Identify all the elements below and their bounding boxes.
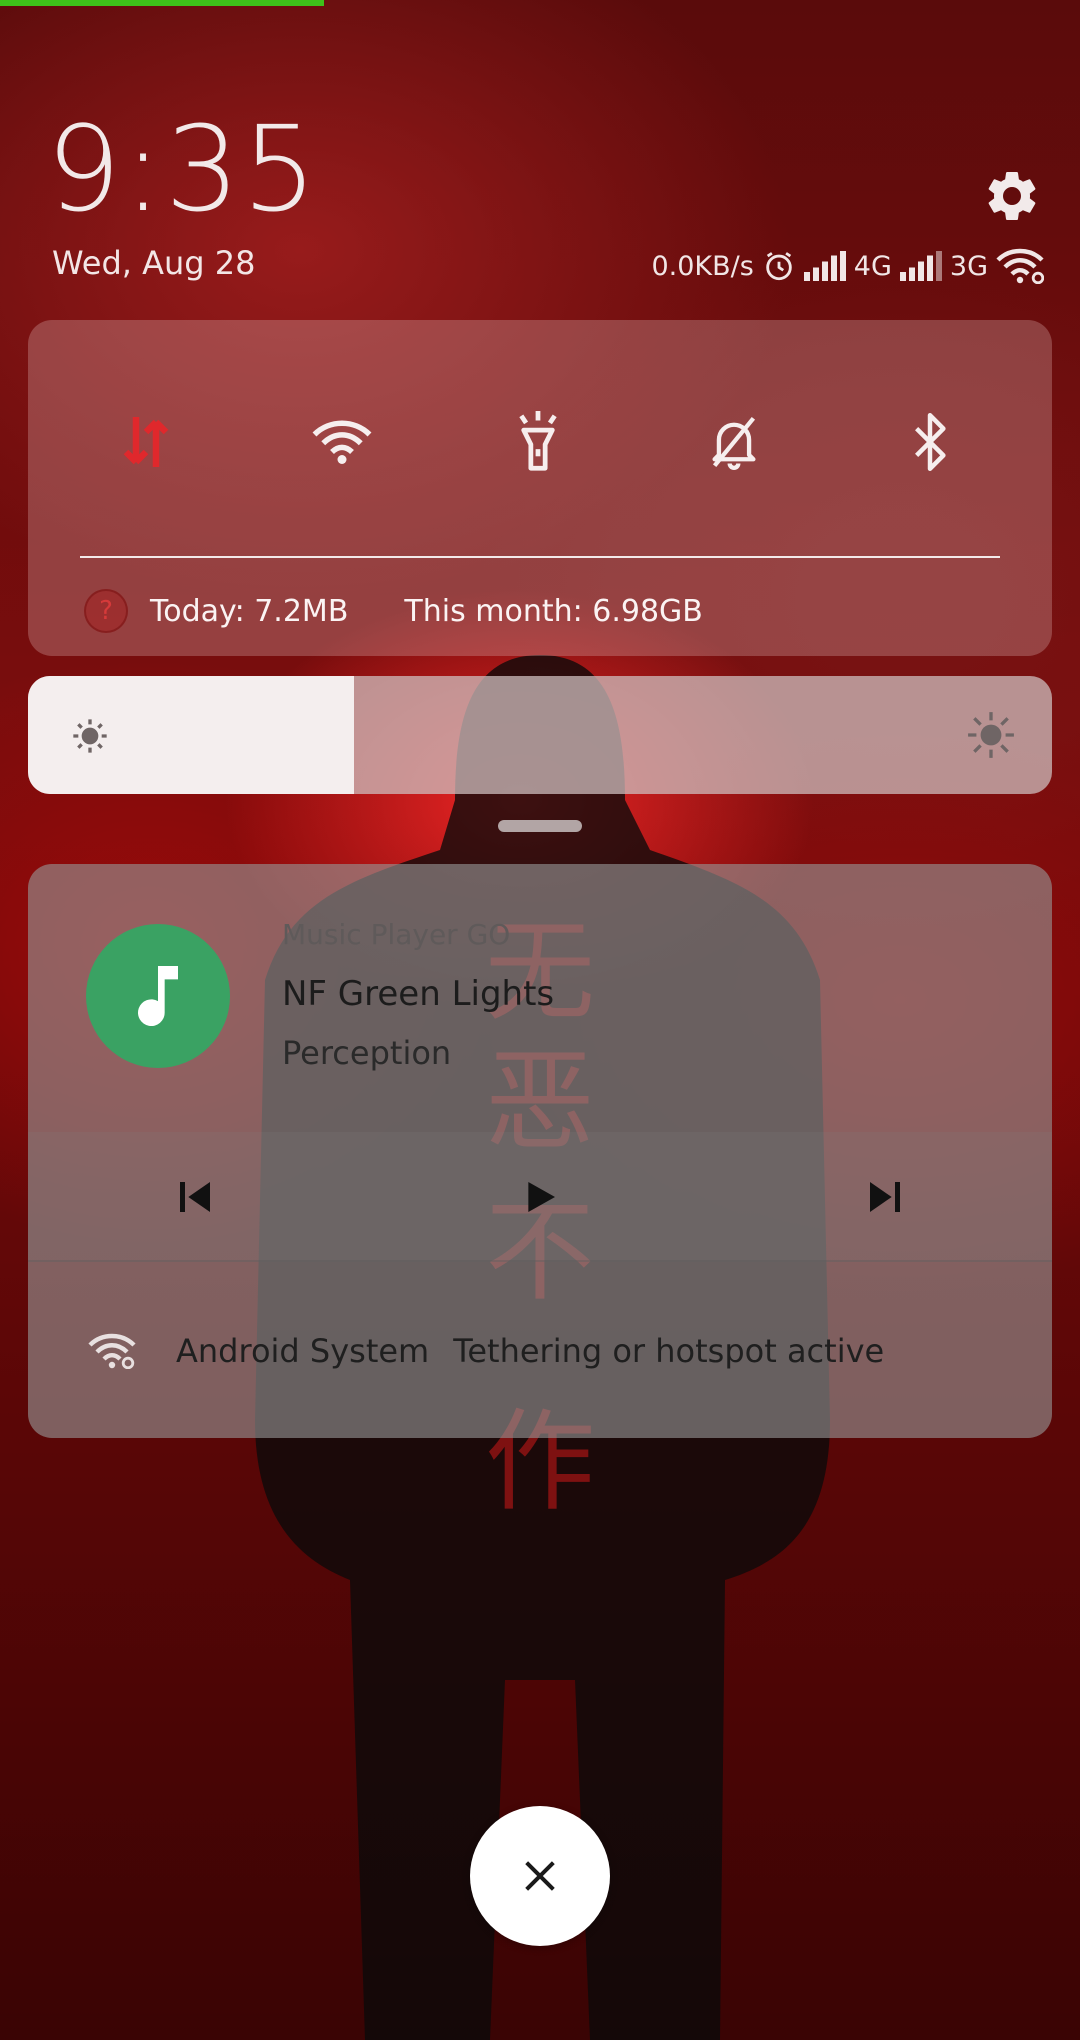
brightness-slider[interactable] (28, 676, 1052, 794)
song-title: NF Green Lights (282, 974, 555, 1014)
data-usage-row[interactable]: ? Today: 7.2MB This month: 6.98GB (84, 586, 703, 636)
panel-divider (80, 556, 1000, 558)
sim2-network-type: 3G (949, 250, 988, 282)
wifi-toggle[interactable] (302, 402, 382, 482)
bell-off-icon (712, 416, 756, 470)
skip-next-icon (870, 1182, 900, 1212)
brightness-low-icon (73, 719, 107, 753)
signal-icon (899, 251, 942, 281)
brightness-high-icon (968, 712, 1014, 758)
drag-handle[interactable] (498, 820, 582, 832)
status-bar: 0.0KB/s 4G 3G (651, 244, 1044, 288)
signal-icon (803, 251, 846, 281)
skip-previous-icon (180, 1182, 210, 1212)
music-app-name: Music Player GO (282, 918, 511, 951)
data-arrows-icon (123, 417, 169, 467)
silent-toggle[interactable] (694, 402, 774, 482)
date[interactable]: Wed, Aug 28 (52, 244, 255, 282)
help-icon[interactable]: ? (84, 589, 128, 633)
song-artist: Perception (282, 1034, 452, 1072)
notification-divider (28, 1260, 1052, 1262)
wifi-icon (312, 420, 372, 464)
music-note-icon (138, 966, 178, 1027)
settings-gear-icon[interactable] (982, 166, 1042, 226)
flashlight-toggle[interactable] (498, 402, 578, 482)
playback-controls (28, 1132, 1052, 1262)
data-usage-today: Today: 7.2MB (150, 593, 349, 629)
notification-text: Tethering or hotspot active (453, 1332, 885, 1370)
network-speed: 0.0KB/s (651, 250, 754, 282)
clock[interactable]: 9:35 (46, 100, 319, 238)
album-art[interactable] (86, 924, 230, 1068)
play-icon (528, 1182, 555, 1212)
play-button[interactable] (505, 1162, 575, 1232)
previous-track-button[interactable] (160, 1162, 230, 1232)
close-icon (525, 1861, 555, 1891)
tethering-notification[interactable]: Android System Tethering or hotspot acti… (88, 1326, 884, 1376)
alarm-icon (766, 252, 792, 281)
sim1-network-type: 4G (853, 250, 892, 282)
next-track-button[interactable] (850, 1162, 920, 1232)
clear-notifications-button[interactable] (470, 1806, 610, 1946)
bluetooth-icon (915, 413, 946, 471)
wifi-hotspot-icon (996, 248, 1044, 284)
bluetooth-toggle[interactable] (890, 402, 970, 482)
quick-settings-panel: ? Today: 7.2MB This month: 6.98GB (28, 320, 1052, 656)
wifi-hotspot-icon (88, 1333, 136, 1369)
data-usage-month: This month: 6.98GB (404, 593, 703, 629)
mobile-data-toggle[interactable] (106, 402, 186, 482)
notifications-panel: Music Player GO NF Green Lights Percepti… (28, 864, 1052, 1438)
notification-source: Android System (176, 1332, 430, 1370)
flashlight-icon (519, 411, 557, 471)
